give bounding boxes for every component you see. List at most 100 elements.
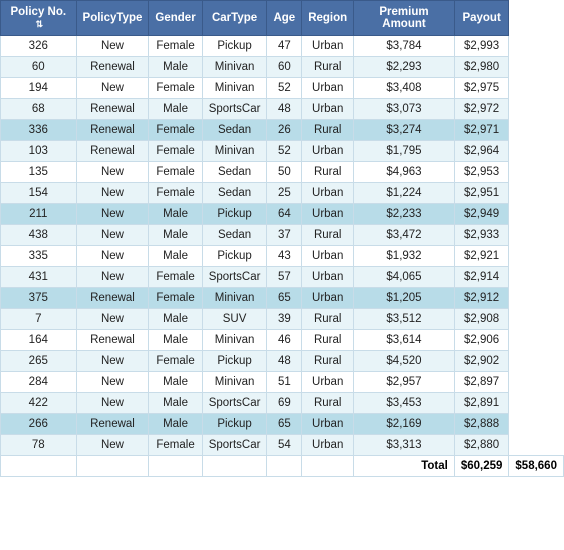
footer-empty-1 <box>1 456 77 477</box>
cell-age: 69 <box>267 393 302 414</box>
cell-car-type: SportsCar <box>202 267 267 288</box>
cell-age: 65 <box>267 288 302 309</box>
table-row: 336RenewalFemaleSedan26Rural$3,274$2,971 <box>1 120 564 141</box>
table-row: 68RenewalMaleSportsCar48Urban$3,073$2,97… <box>1 99 564 120</box>
cell-car-type: Minivan <box>202 78 267 99</box>
col-car-type-label: CarType <box>212 12 257 24</box>
footer-empty-5 <box>267 456 302 477</box>
cell-region: Urban <box>302 414 354 435</box>
cell-age: 52 <box>267 78 302 99</box>
cell-policy-type: Renewal <box>76 330 149 351</box>
cell-gender: Female <box>149 120 202 141</box>
cell-region: Urban <box>302 246 354 267</box>
table-row: 154NewFemaleSedan25Urban$1,224$2,951 <box>1 183 564 204</box>
cell-gender: Female <box>149 183 202 204</box>
cell-age: 52 <box>267 141 302 162</box>
cell-region: Urban <box>302 435 354 456</box>
cell-policy: 135 <box>1 162 77 183</box>
cell-policy: 68 <box>1 99 77 120</box>
footer-empty-3 <box>149 456 202 477</box>
cell-premium: $3,614 <box>354 330 455 351</box>
cell-age: 39 <box>267 309 302 330</box>
insurance-table: Policy No. ⇅ PolicyType Gender CarType A… <box>0 0 564 477</box>
cell-premium: $1,224 <box>354 183 455 204</box>
cell-policy: 266 <box>1 414 77 435</box>
table-row: 7NewMaleSUV39Rural$3,512$2,908 <box>1 309 564 330</box>
cell-payout: $2,891 <box>454 393 509 414</box>
cell-region: Rural <box>302 225 354 246</box>
table-row: 326NewFemalePickup47Urban$3,784$2,993 <box>1 36 564 57</box>
cell-region: Urban <box>302 78 354 99</box>
table-row: 164RenewalMaleMinivan46Rural$3,614$2,906 <box>1 330 564 351</box>
table-row: 284NewMaleMinivan51Urban$2,957$2,897 <box>1 372 564 393</box>
cell-payout: $2,933 <box>454 225 509 246</box>
cell-policy: 422 <box>1 393 77 414</box>
cell-gender: Male <box>149 246 202 267</box>
cell-payout: $2,980 <box>454 57 509 78</box>
cell-car-type: SportsCar <box>202 393 267 414</box>
cell-region: Rural <box>302 393 354 414</box>
cell-car-type: Minivan <box>202 288 267 309</box>
cell-region: Urban <box>302 204 354 225</box>
cell-payout: $2,888 <box>454 414 509 435</box>
col-policy-no[interactable]: Policy No. ⇅ <box>1 1 77 36</box>
cell-premium: $1,932 <box>354 246 455 267</box>
cell-payout: $2,902 <box>454 351 509 372</box>
sort-icon[interactable]: ⇅ <box>36 19 44 29</box>
col-region-label: Region <box>308 12 347 24</box>
cell-gender: Female <box>149 162 202 183</box>
col-policy-type: PolicyType <box>76 1 149 36</box>
cell-region: Urban <box>302 141 354 162</box>
cell-car-type: Minivan <box>202 330 267 351</box>
cell-age: 54 <box>267 435 302 456</box>
col-region: Region <box>302 1 354 36</box>
cell-premium: $2,233 <box>354 204 455 225</box>
cell-policy-type: New <box>76 78 149 99</box>
cell-payout: $2,897 <box>454 372 509 393</box>
cell-policy-type: New <box>76 351 149 372</box>
cell-gender: Female <box>149 267 202 288</box>
cell-policy-type: New <box>76 435 149 456</box>
cell-age: 37 <box>267 225 302 246</box>
cell-car-type: SportsCar <box>202 435 267 456</box>
cell-policy-type: Renewal <box>76 288 149 309</box>
col-payout-label: Payout <box>462 12 500 24</box>
col-payout: Payout <box>454 1 509 36</box>
table-row: 211NewMalePickup64Urban$2,233$2,949 <box>1 204 564 225</box>
footer-empty-4 <box>202 456 267 477</box>
cell-policy-type: New <box>76 183 149 204</box>
table-row: 135NewFemaleSedan50Rural$4,963$2,953 <box>1 162 564 183</box>
cell-region: Urban <box>302 288 354 309</box>
cell-car-type: Sedan <box>202 162 267 183</box>
col-age: Age <box>267 1 302 36</box>
cell-policy-type: New <box>76 393 149 414</box>
cell-policy: 326 <box>1 36 77 57</box>
cell-premium: $3,313 <box>354 435 455 456</box>
table-row: 422NewMaleSportsCar69Rural$3,453$2,891 <box>1 393 564 414</box>
cell-age: 64 <box>267 204 302 225</box>
col-gender: Gender <box>149 1 202 36</box>
cell-car-type: Minivan <box>202 372 267 393</box>
table-row: 103RenewalFemaleMinivan52Urban$1,795$2,9… <box>1 141 564 162</box>
cell-policy: 431 <box>1 267 77 288</box>
cell-policy-type: New <box>76 162 149 183</box>
cell-region: Rural <box>302 351 354 372</box>
cell-premium: $3,408 <box>354 78 455 99</box>
cell-gender: Female <box>149 435 202 456</box>
cell-car-type: SportsCar <box>202 99 267 120</box>
cell-region: Rural <box>302 162 354 183</box>
cell-policy-type: Renewal <box>76 57 149 78</box>
cell-premium: $4,963 <box>354 162 455 183</box>
cell-car-type: Minivan <box>202 57 267 78</box>
cell-policy: 7 <box>1 309 77 330</box>
cell-premium: $2,293 <box>354 57 455 78</box>
col-policy-no-label: Policy No. <box>10 6 66 18</box>
cell-policy-type: Renewal <box>76 414 149 435</box>
cell-premium: $2,957 <box>354 372 455 393</box>
cell-car-type: Pickup <box>202 204 267 225</box>
cell-premium: $3,274 <box>354 120 455 141</box>
cell-age: 47 <box>267 36 302 57</box>
cell-gender: Female <box>149 36 202 57</box>
cell-gender: Male <box>149 330 202 351</box>
cell-premium: $4,520 <box>354 351 455 372</box>
